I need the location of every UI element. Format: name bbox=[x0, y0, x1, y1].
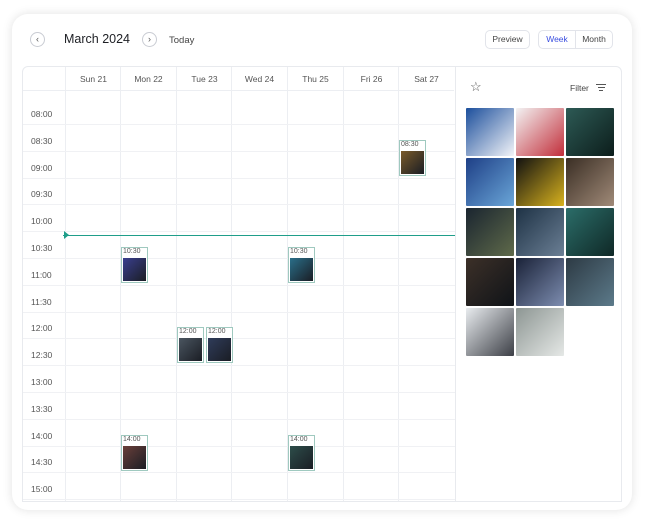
time-label: 09:00 bbox=[31, 162, 53, 173]
day-header-sat: Sat 27 bbox=[398, 67, 454, 91]
post-time: 08:30 bbox=[401, 140, 419, 148]
week-grid: Sun 21 Mon 22 Tue 23 Wed 24 Thu 25 Fri 26 Sat … bbox=[23, 67, 455, 501]
time-label: 11:30 bbox=[31, 296, 52, 307]
month-title: March 2024 bbox=[64, 32, 131, 46]
time-slot-line bbox=[23, 177, 455, 179]
post-thumbnail bbox=[123, 445, 146, 469]
month-view-tab[interactable]: Month bbox=[576, 31, 612, 48]
time-label: 14:30 bbox=[31, 457, 53, 468]
time-slot-line bbox=[23, 124, 455, 125]
media-thumbnail[interactable] bbox=[466, 308, 514, 356]
time-slot-line bbox=[23, 418, 455, 420]
time-label: 08:30 bbox=[31, 135, 53, 146]
time-slot-line bbox=[23, 472, 455, 474]
post-time: 10:30 bbox=[290, 248, 308, 255]
time-label: 15:00 bbox=[31, 484, 53, 495]
next-week-button[interactable]: › bbox=[142, 32, 157, 47]
time-label: 14:00 bbox=[31, 430, 53, 441]
current-time-line bbox=[63, 235, 455, 236]
scheduled-post[interactable]: 14:00 bbox=[121, 434, 148, 471]
scheduled-post[interactable]: 12:00 bbox=[206, 327, 233, 364]
time-slot-line bbox=[23, 311, 455, 313]
time-label: 10:00 bbox=[31, 216, 53, 227]
day-header-fri: Fri 26 bbox=[343, 67, 399, 91]
scheduled-post[interactable]: 08:30 bbox=[399, 139, 426, 176]
time-slot-line bbox=[23, 231, 455, 233]
media-thumbnail[interactable] bbox=[516, 308, 564, 356]
day-header-thu: Thu 25 bbox=[287, 67, 343, 91]
media-thumbnail[interactable] bbox=[566, 108, 614, 156]
time-label: 11:00 bbox=[31, 269, 52, 280]
post-thumbnail bbox=[290, 445, 313, 469]
time-label: 13:30 bbox=[31, 403, 53, 414]
star-icon[interactable]: ☆ bbox=[470, 79, 482, 95]
time-slot-line bbox=[23, 150, 455, 152]
scheduled-post[interactable]: 10:30 bbox=[288, 247, 315, 283]
post-time: 12:00 bbox=[179, 328, 197, 336]
time-slot-line bbox=[23, 445, 455, 447]
media-thumbnail[interactable] bbox=[466, 158, 514, 206]
time-slot-line bbox=[23, 499, 455, 501]
time-label: 12:00 bbox=[31, 323, 53, 334]
time-label: 10:30 bbox=[31, 243, 53, 253]
scheduled-post[interactable]: 14:00 bbox=[288, 434, 315, 471]
scheduler-card: ‹ March 2024 › Today Preview Week Month … bbox=[12, 14, 632, 510]
day-header-wed: Wed 24 bbox=[231, 67, 287, 91]
media-thumbnail[interactable] bbox=[516, 108, 564, 156]
time-slot-line bbox=[23, 392, 455, 393]
day-header-tue: Tue 23 bbox=[176, 67, 232, 91]
calendar-area: Sun 21 Mon 22 Tue 23 Wed 24 Thu 25 Fri 26 Sat … bbox=[22, 66, 622, 502]
filter-icon[interactable] bbox=[596, 84, 606, 92]
time-label: 09:30 bbox=[31, 189, 53, 200]
scheduled-post[interactable]: 10:30 bbox=[121, 247, 148, 283]
time-slot-line bbox=[23, 204, 455, 206]
calendar-toolbar: ‹ March 2024 › Today Preview Week Month bbox=[12, 14, 632, 66]
time-label: 12:30 bbox=[31, 350, 53, 361]
media-sidebar: ☆ Filter bbox=[455, 67, 621, 501]
post-time: 10:30 bbox=[123, 248, 141, 255]
post-thumbnail bbox=[179, 338, 202, 362]
chevron-right-icon: › bbox=[148, 34, 151, 44]
day-header-sun: Sun 21 bbox=[65, 67, 121, 91]
scheduled-post[interactable]: 12:00 bbox=[177, 327, 204, 364]
time-slot-line bbox=[23, 258, 455, 259]
media-thumbnail[interactable] bbox=[516, 258, 564, 306]
media-thumbnail[interactable] bbox=[566, 158, 614, 206]
prev-week-button[interactable]: ‹ bbox=[30, 32, 45, 47]
week-view-tab[interactable]: Week bbox=[539, 31, 576, 48]
post-thumbnail bbox=[123, 258, 146, 281]
media-thumbnail[interactable] bbox=[516, 208, 564, 256]
media-thumbnail[interactable] bbox=[566, 208, 614, 256]
media-thumbnail[interactable] bbox=[466, 208, 514, 256]
filter-label[interactable]: Filter bbox=[570, 83, 589, 93]
media-thumbnail[interactable] bbox=[466, 258, 514, 306]
current-time-marker bbox=[64, 231, 69, 239]
post-time: 14:00 bbox=[290, 435, 308, 443]
chevron-left-icon: ‹ bbox=[36, 34, 39, 44]
time-slot-line bbox=[23, 365, 455, 367]
today-button[interactable]: Today bbox=[169, 35, 194, 46]
media-thumbnail[interactable] bbox=[566, 258, 614, 306]
time-column-header bbox=[23, 67, 65, 91]
post-time: 14:00 bbox=[123, 435, 141, 443]
preview-button[interactable]: Preview bbox=[485, 30, 530, 49]
view-switcher: Week Month bbox=[538, 30, 613, 49]
time-slot-line bbox=[23, 284, 455, 286]
time-label: 13:00 bbox=[31, 377, 53, 387]
post-thumbnail bbox=[208, 338, 231, 362]
media-thumbnail[interactable] bbox=[516, 158, 564, 206]
post-time: 12:00 bbox=[208, 328, 226, 336]
post-thumbnail bbox=[401, 150, 424, 174]
post-thumbnail bbox=[290, 258, 313, 281]
time-slot-line bbox=[23, 338, 455, 340]
day-header-mon: Mon 22 bbox=[120, 67, 176, 91]
media-thumbnail[interactable] bbox=[466, 108, 514, 156]
time-label: 08:00 bbox=[31, 109, 53, 119]
